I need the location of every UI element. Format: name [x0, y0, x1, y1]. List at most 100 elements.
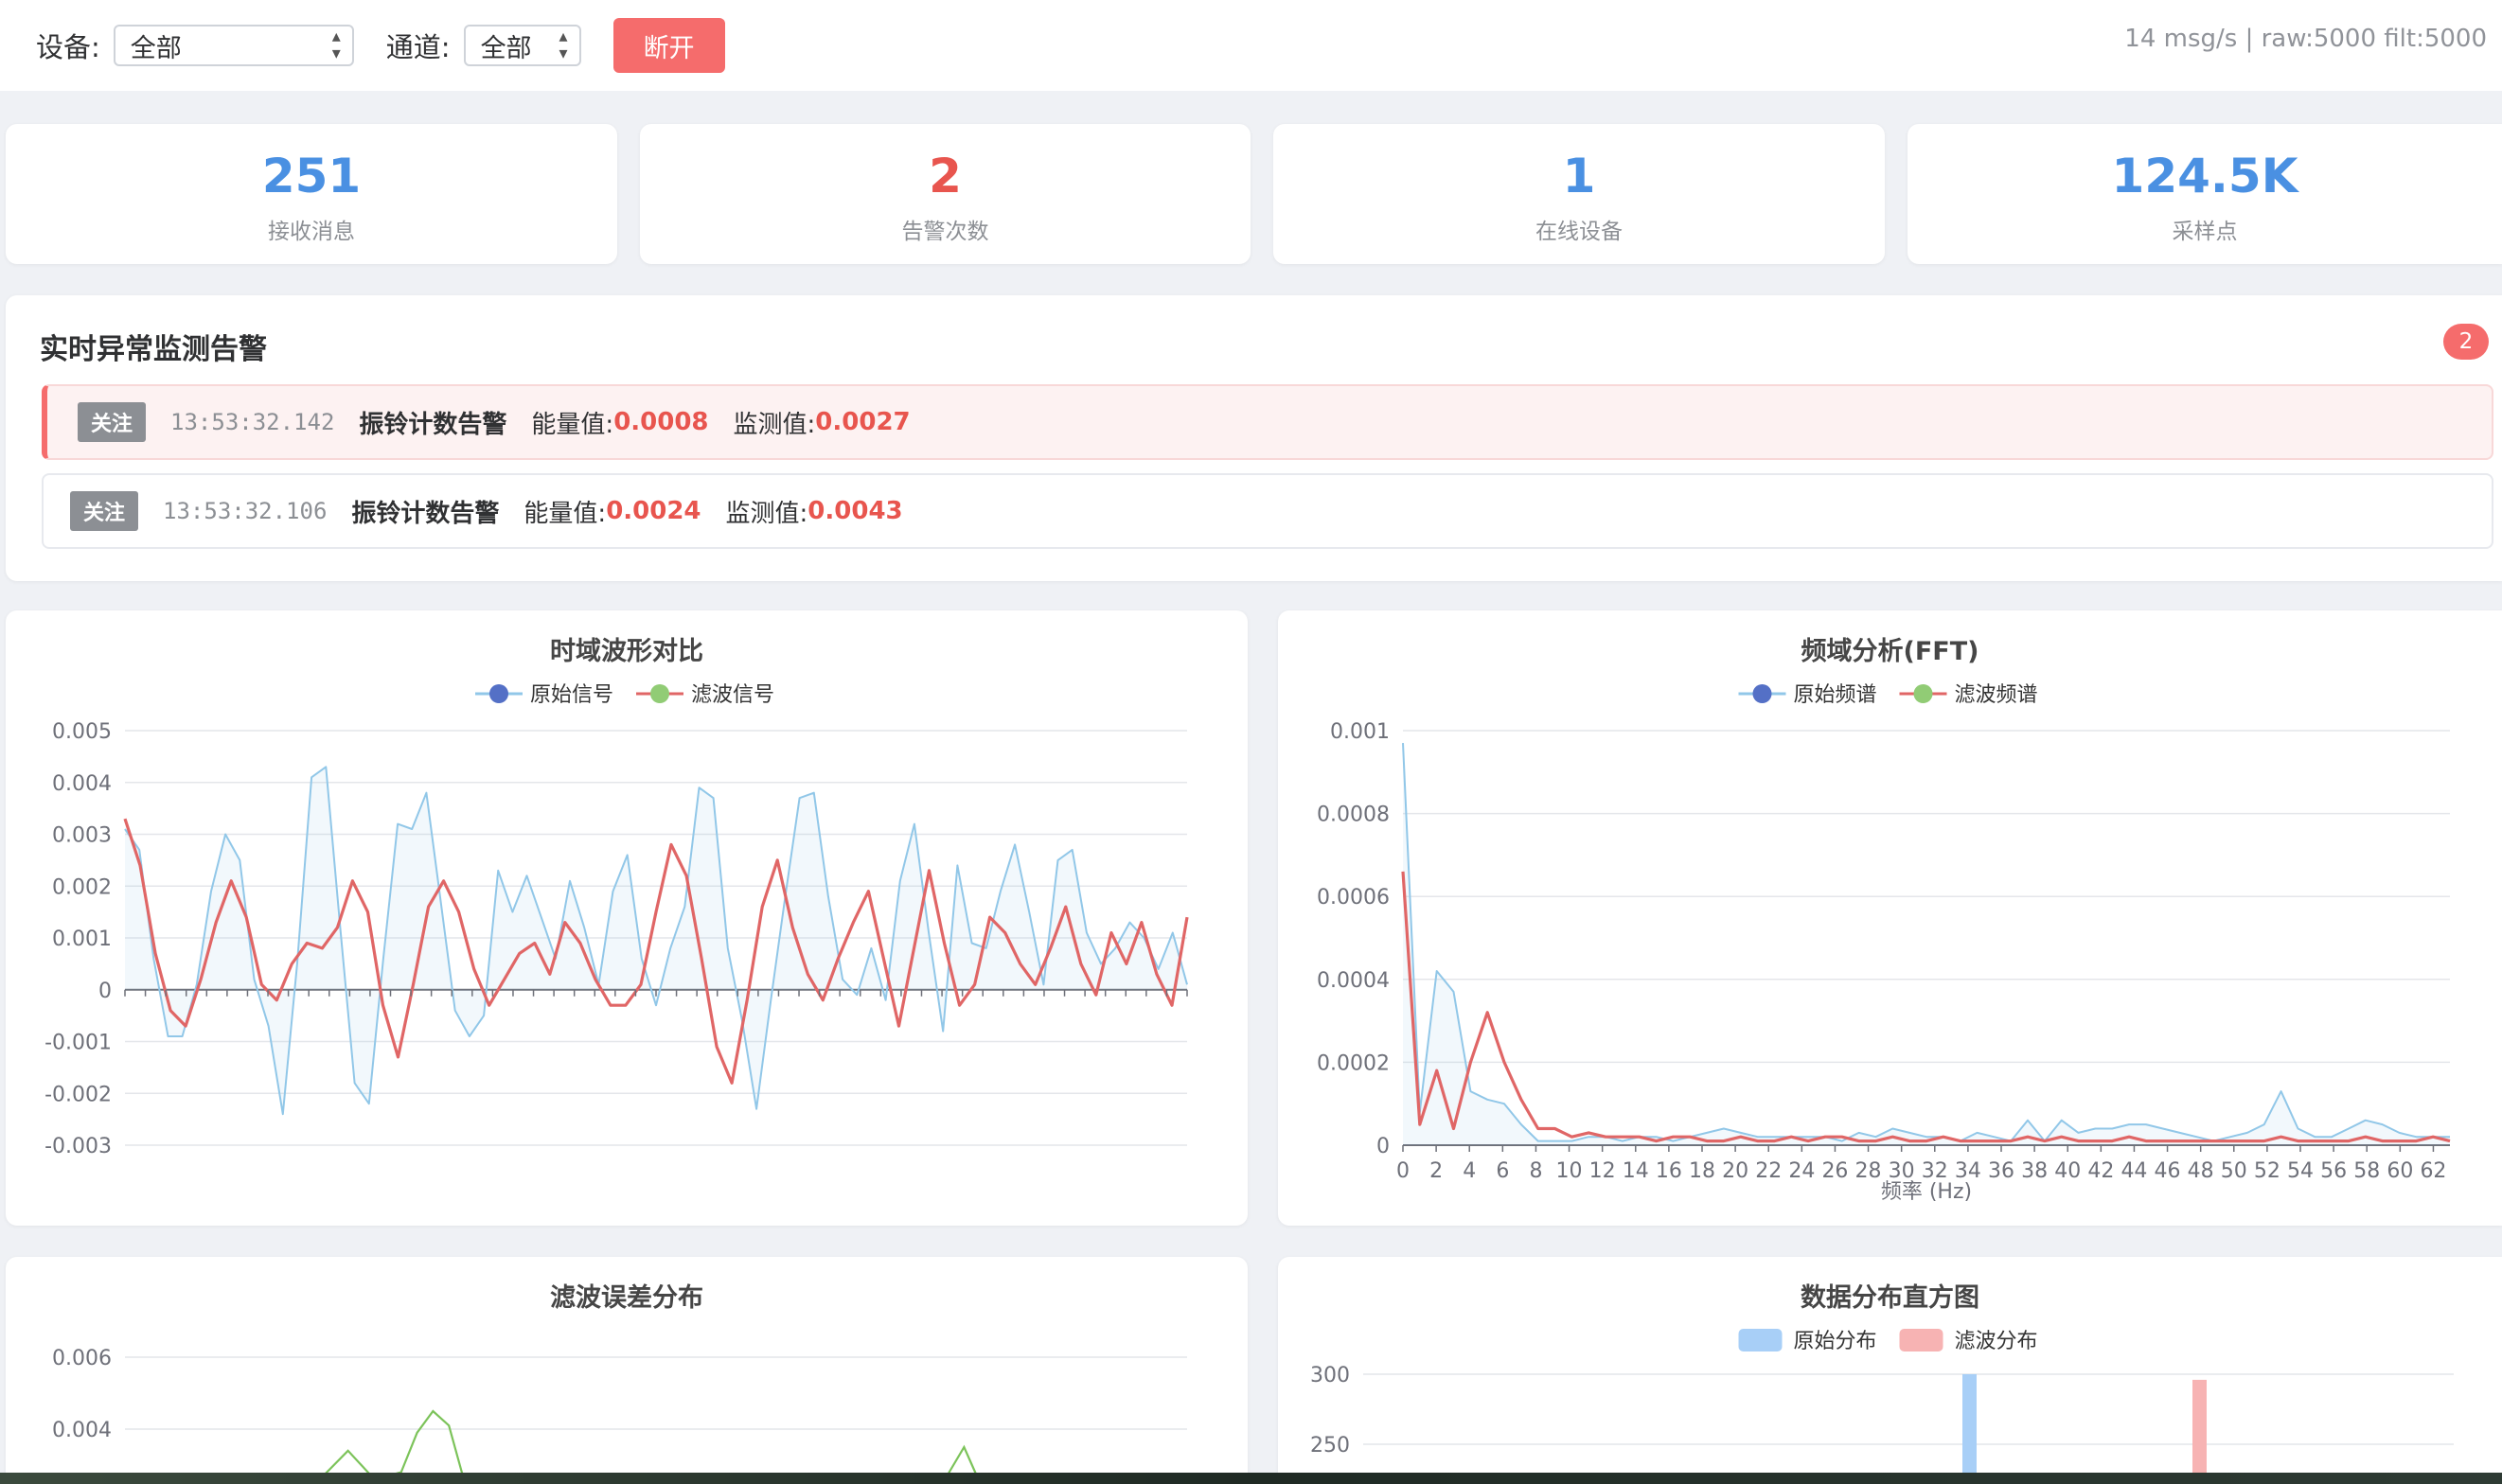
- stat-value: 2: [929, 149, 962, 203]
- y-tick-label: 0.004: [52, 1419, 112, 1442]
- x-tick-label: 0: [1396, 1159, 1410, 1183]
- series-line-2: [1401, 871, 2451, 1143]
- x-tick-label: 52: [2254, 1159, 2280, 1183]
- stat-value: 251: [261, 149, 362, 203]
- x-tick-label: 16: [1656, 1159, 1682, 1183]
- legend-label: 原始频谱: [1794, 683, 1877, 707]
- histogram-bar: [1962, 1374, 1977, 1484]
- alert-title: 振铃计数告警: [351, 499, 500, 528]
- energy-label: 能量值:: [531, 410, 614, 439]
- x-tick-label: 38: [2021, 1159, 2048, 1183]
- x-tick-label: 24: [1788, 1159, 1815, 1183]
- alert-time: 13:53:32.106: [163, 498, 328, 524]
- x-tick-label: 62: [2420, 1159, 2446, 1183]
- stat-value: 1: [1562, 149, 1596, 203]
- x-tick-label: 40: [2054, 1159, 2081, 1183]
- time-domain-chart: 时域波形对比原始信号 滤波信号 0.005 0.004 0.003 0.002 0.001 0…: [44, 637, 1189, 1158]
- error-distribution-chart: 滤波误差分布 0.006 0.004: [52, 1282, 1187, 1484]
- x-tick-label: 54: [2287, 1159, 2314, 1183]
- device-select[interactable]: 全部 ▴ ▾: [113, 25, 354, 66]
- x-tick-label: 8: [1529, 1159, 1542, 1183]
- y-tick-label: 0: [98, 980, 112, 1003]
- y-tick-label: 0.0006: [1317, 886, 1390, 910]
- alert-count-badge: 2: [2443, 324, 2489, 360]
- y-tick-label: -0.002: [44, 1083, 112, 1106]
- device-select-value: 全部: [130, 33, 182, 63]
- alert-item[interactable]: 关注 13:53:32.106 振铃计数告警 能量值: 0.0024 监测值: …: [42, 473, 2493, 549]
- x-tick-label: 28: [1855, 1159, 1882, 1183]
- x-tick-label: 22: [1755, 1159, 1782, 1183]
- stat-label: 在线设备: [1535, 220, 1623, 244]
- legend-swatch: [1899, 1329, 1943, 1352]
- x-tick-label: 2: [1429, 1159, 1443, 1183]
- channel-label: 通道:: [385, 31, 451, 63]
- x-tick-label: 10: [1556, 1159, 1583, 1183]
- y-tick-label: 250: [1310, 1434, 1350, 1458]
- alert-title: 振铃计数告警: [359, 410, 507, 439]
- x-tick-label: 58: [2353, 1159, 2380, 1183]
- histogram-chart: 数据分布直方图原始分布 滤波分布 300 250: [1310, 1282, 2454, 1484]
- alert-panel: 实时异常监测告警 2 关注 13:53:32.142 振铃计数告警 能量值: 0…: [6, 295, 2502, 581]
- chart-title: 时域波形对比: [550, 637, 703, 666]
- y-tick-label: 0.006: [52, 1347, 112, 1370]
- legend-label: 滤波信号: [691, 683, 774, 707]
- detect-label: 监测值:: [733, 410, 816, 439]
- legend-marker: [489, 684, 508, 703]
- legend-marker: [650, 684, 669, 703]
- fft-chart-card: 频域分析(FFT) 原始频谱 滤波频谱 0.001 0.0008 0.0006 0.0004…: [1278, 610, 2502, 1226]
- legend-label: 滤波频谱: [1955, 683, 2038, 707]
- histogram-bar: [2192, 1379, 2207, 1484]
- legend-marker: [1913, 684, 1933, 703]
- x-tick-label: 46: [2155, 1159, 2181, 1183]
- alert-time: 13:53:32.142: [170, 409, 335, 435]
- x-axis-label: 频率 (Hz): [1881, 1180, 1972, 1204]
- updown-chevron-icon: ▴ ▾: [331, 26, 341, 63]
- channel-select-value: 全部: [480, 33, 532, 63]
- alert-item[interactable]: 关注 13:53:32.142 振铃计数告警 能量值: 0.0008 监测值: …: [42, 384, 2493, 460]
- x-tick-label: 14: [1623, 1159, 1649, 1183]
- x-tick-label: 12: [1589, 1159, 1616, 1183]
- x-tick-label: 20: [1722, 1159, 1748, 1183]
- detect-label: 监测值:: [725, 499, 808, 528]
- fft-chart: 频域分析(FFT) 原始频谱 滤波频谱 0.001 0.0008 0.0006 0.0004…: [1317, 637, 2451, 1204]
- disconnect-button[interactable]: 断开: [612, 18, 725, 73]
- legend-label: 滤波分布: [1955, 1330, 2038, 1353]
- legend-label: 原始分布: [1794, 1330, 1877, 1353]
- x-tick-label: 48: [2188, 1159, 2214, 1183]
- device-label: 设备:: [36, 31, 100, 63]
- throughput-status: 14 msg/s | raw:5000 filt:5000: [2124, 25, 2487, 53]
- chart-title: 频域分析(FFT): [1801, 637, 1979, 666]
- stat-value: 124.5K: [2111, 149, 2298, 203]
- x-tick-label: 36: [1988, 1159, 2014, 1183]
- y-tick-label: 0.003: [52, 824, 112, 848]
- y-tick-label: 0.0004: [1317, 969, 1390, 993]
- energy-label: 能量值:: [523, 499, 607, 528]
- stat-card-devices: 1 在线设备: [1273, 124, 1885, 264]
- updown-chevron-icon: ▴ ▾: [559, 26, 568, 63]
- x-tick-label: 56: [2320, 1159, 2347, 1183]
- series-area-1: [125, 767, 1187, 1115]
- detect-value: 0.0027: [815, 408, 911, 436]
- y-tick-label: 0.004: [52, 772, 112, 796]
- energy-value: 0.0024: [606, 497, 701, 525]
- y-tick-label: 300: [1310, 1364, 1350, 1387]
- x-tick-label: 44: [2120, 1159, 2147, 1183]
- y-tick-label: 0.0002: [1317, 1051, 1390, 1075]
- legend-label: 原始信号: [530, 683, 613, 707]
- stat-label: 接收消息: [268, 220, 355, 244]
- legend-swatch: [1738, 1329, 1783, 1352]
- legend-marker: [1752, 684, 1772, 703]
- alert-panel-title: 实时异常监测告警: [40, 333, 267, 366]
- channel-select[interactable]: 全部 ▴ ▾: [463, 25, 581, 66]
- time-domain-chart-card: 时域波形对比 原始信号 滤波信号 0.005 0.004 0.003 0.002 0.001 0…: [6, 610, 1248, 1226]
- stat-label: 告警次数: [901, 220, 989, 244]
- stat-card-samples: 124.5K 采样点: [1908, 124, 2502, 264]
- energy-value: 0.0008: [613, 408, 709, 436]
- chart-title: 滤波误差分布: [550, 1282, 703, 1313]
- x-tick-label: 60: [2387, 1159, 2413, 1183]
- y-tick-label: 0: [1376, 1135, 1390, 1158]
- y-tick-label: 0.0008: [1317, 804, 1390, 827]
- alert-level-tag: 关注: [78, 402, 147, 442]
- stat-card-messages: 251 接收消息: [6, 124, 617, 264]
- y-tick-label: 0.001: [52, 928, 112, 951]
